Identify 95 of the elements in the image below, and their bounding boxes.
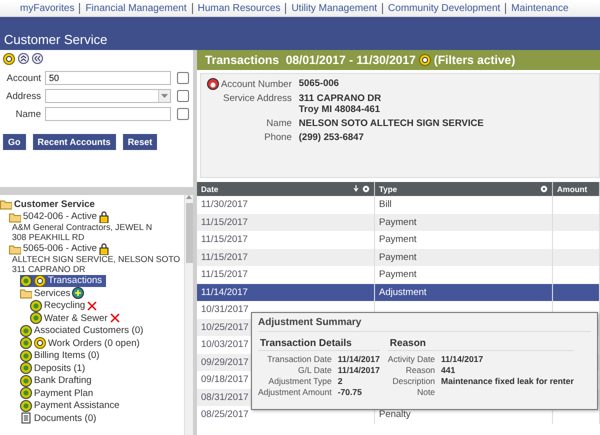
info-value: (299) 253-6847: [298, 132, 365, 143]
field-label: Account: [6, 72, 41, 84]
nav-link[interactable]: Financial Management: [79, 2, 192, 14]
info-label: Phone: [264, 132, 292, 143]
input-field[interactable]: 50: [45, 71, 171, 85]
detail-label: Activity Date: [388, 354, 436, 364]
badge-icon: [20, 337, 32, 350]
search-icon: [34, 337, 46, 350]
detail-label: Transaction Date: [266, 354, 332, 364]
tree-item[interactable]: Billing Items (0): [20, 350, 104, 362]
detail-value: 2: [338, 376, 344, 386]
action-button[interactable]: Recent Accounts: [32, 134, 116, 150]
detail-label: Adjustment Amount: [258, 387, 332, 397]
badge-icon: [20, 387, 32, 400]
info-label: Service Address: [223, 93, 292, 104]
tree-item[interactable]: Bank Drafting: [20, 374, 96, 388]
badge-icon: [20, 400, 32, 412]
nav-link[interactable]: Utility Management: [285, 2, 382, 14]
sort-arrow-icon[interactable]: [353, 185, 359, 192]
tree-item[interactable]: Payment Plan: [20, 387, 98, 400]
gear-icon[interactable]: [540, 185, 548, 193]
detail-label: Note: [416, 387, 436, 397]
collapse-left-icon[interactable]: [32, 53, 43, 64]
caret-icon: [161, 94, 168, 98]
checkbox[interactable]: [177, 90, 189, 102]
info-label: Name: [266, 118, 292, 129]
tree-item[interactable]: Water & Sewer: [30, 312, 124, 325]
detail-value: 441: [441, 365, 456, 375]
tree-item[interactable]: Documents (0): [20, 412, 100, 425]
nav-link[interactable]: Human Resources: [192, 2, 286, 14]
account-detail: ALLTECH SIGN SERVICE, NELSON SOTO: [12, 255, 182, 265]
nav-link[interactable]: Maintenance: [505, 2, 574, 14]
info-label: Account Number: [221, 78, 292, 90]
lock-icon: [98, 210, 109, 223]
tree-item[interactable]: 5065-006 - Active: [9, 242, 113, 256]
nav-link[interactable]: myFavorites: [15, 2, 80, 14]
detail-value: -70.75: [338, 387, 363, 397]
account-detail: 311 CAPRANO DR: [12, 264, 86, 275]
tree-item[interactable]: Recycling: [30, 300, 102, 312]
folder-icon: [20, 287, 32, 300]
action-button[interactable]: Go: [3, 134, 26, 150]
detail-label: Description: [392, 376, 436, 386]
info-value: 5065-006: [298, 78, 340, 89]
tree-item[interactable]: Transactions: [20, 274, 106, 288]
tree-item[interactable]: Deposits (1): [20, 362, 90, 375]
folder-icon: [0, 198, 12, 210]
section-heading: Reason: [388, 338, 574, 351]
detail-value: 11/14/2017: [441, 354, 484, 364]
tree-item[interactable]: Work Orders (0 open): [20, 337, 144, 350]
badge-icon: [20, 362, 32, 374]
popup-title: Adjustment Summary: [258, 317, 591, 332]
table-row[interactable]: 11/14/2017 Adjustment: [197, 284, 600, 301]
account-icon: [207, 78, 219, 90]
tree-item[interactable]: Payment Assistance: [20, 400, 124, 412]
folder-icon: [9, 242, 21, 255]
badge-icon: [20, 350, 32, 362]
page-title: Customer Service: [4, 32, 108, 47]
table-row[interactable]: 11/15/2017 Payment: [197, 214, 600, 231]
tree-item[interactable]: 5042-006 - Active: [9, 210, 113, 223]
tree-item[interactable]: Customer Service: [0, 198, 99, 210]
panel-title: Transactions 08/01/2017 - 11/30/2017: [205, 53, 416, 67]
folder-icon: [9, 210, 21, 223]
document-icon: [20, 412, 32, 424]
info-value: NELSON SOTO ALLTECH SIGN SERVICE: [298, 118, 485, 129]
scrollbar-thumb[interactable]: [186, 203, 192, 263]
badge-icon: [20, 274, 32, 287]
tree-item[interactable]: Associated Customers (0): [20, 324, 148, 338]
badge-icon: [30, 300, 42, 312]
field-label: Name: [14, 108, 41, 120]
search-icon[interactable]: [3, 53, 15, 65]
nav-link[interactable]: Community Development: [382, 2, 506, 14]
detail-value: Maintenance fixed leak for renter: [441, 376, 574, 386]
account-detail: A&M General Contractors, JEWEL N: [12, 223, 154, 233]
info-value: 311 CAPRANO DR Troy MI 48084-461: [298, 93, 382, 115]
action-button[interactable]: Reset: [122, 134, 158, 150]
checkbox[interactable]: [177, 72, 189, 84]
collapse-up-icon[interactable]: [18, 53, 29, 64]
account-detail: 308 PEAKHILL RD: [12, 232, 86, 243]
lock-icon: [98, 242, 109, 255]
section-heading: Transaction Details: [258, 338, 380, 351]
detail-label: Adjustment Type: [268, 376, 332, 386]
detail-label: Reason: [404, 365, 436, 375]
badge-icon: [20, 324, 32, 337]
field-label: Address: [5, 90, 41, 102]
table-row[interactable]: 11/15/2017 Payment: [197, 248, 600, 266]
gear-icon[interactable]: [362, 185, 370, 193]
search-icon: [34, 274, 46, 287]
filter-status: (Filters active): [434, 53, 516, 67]
tree-item[interactable]: Services: [20, 287, 88, 300]
checkbox[interactable]: [177, 108, 189, 120]
add-icon: [72, 287, 84, 300]
badge-icon: [30, 312, 42, 324]
input-field[interactable]: [45, 107, 171, 121]
badge-icon: [20, 374, 32, 387]
search-icon[interactable]: [418, 54, 431, 66]
